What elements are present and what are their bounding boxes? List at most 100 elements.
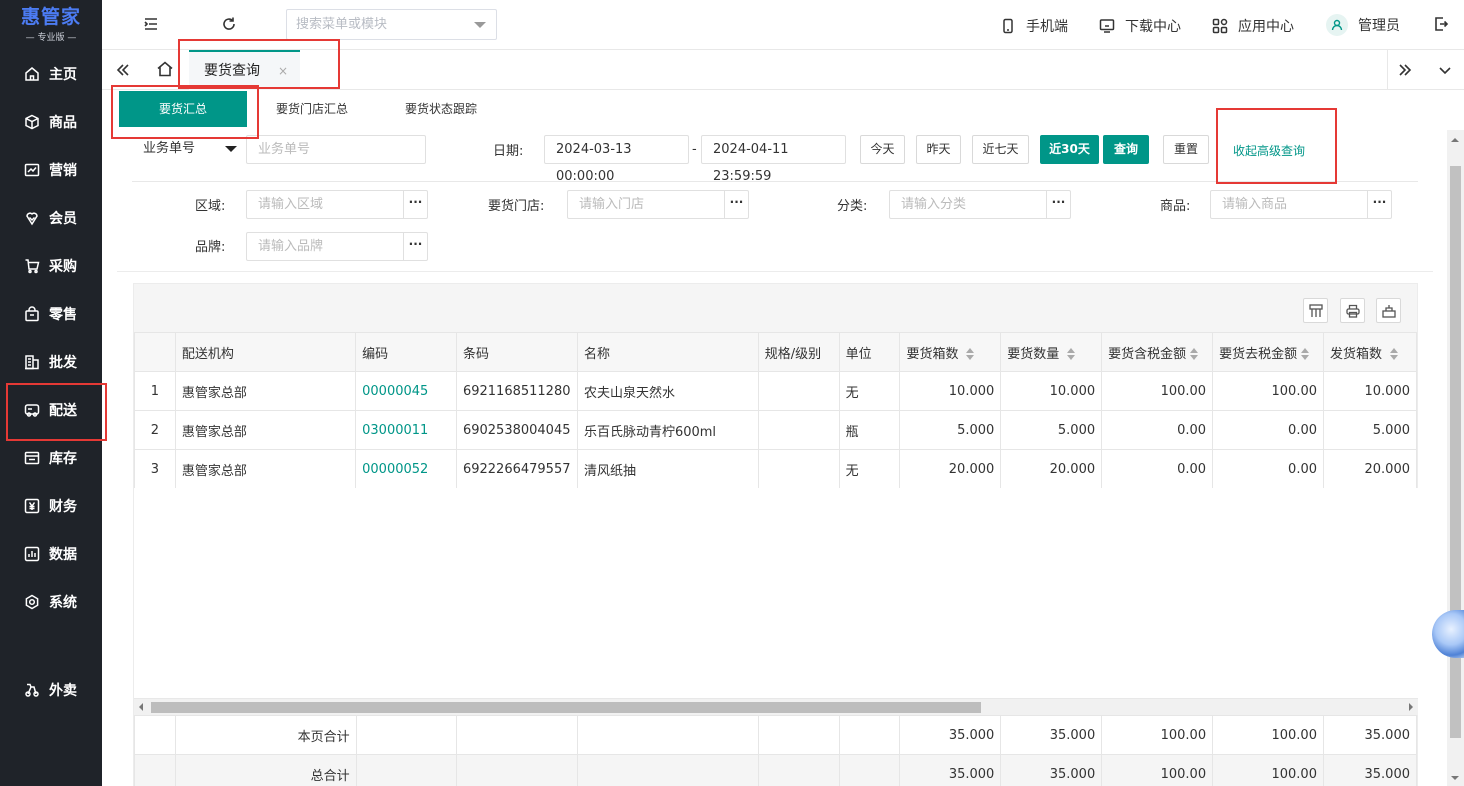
download-label: 下载中心 bbox=[1125, 19, 1181, 35]
cell-code-link[interactable]: 00000052 bbox=[355, 449, 457, 489]
reset-button[interactable]: 重置 bbox=[1163, 135, 1209, 164]
sidebar-item-retail[interactable]: 零售 bbox=[0, 294, 102, 334]
last-30-days-button[interactable]: 近30天 bbox=[1040, 135, 1099, 164]
sidebar-item-data[interactable]: 数据 bbox=[0, 534, 102, 574]
sidebar-item-finance[interactable]: 财务 bbox=[0, 486, 102, 526]
yesterday-button[interactable]: 昨天 bbox=[916, 135, 961, 164]
col-ship-boxes[interactable]: 发货箱数 bbox=[1323, 332, 1417, 372]
cell-barcode: 6921168511280 bbox=[455, 371, 578, 411]
divider bbox=[132, 181, 1418, 182]
col-org[interactable]: 配送机构 bbox=[174, 332, 357, 372]
cell-barcode: 6922266479557 bbox=[455, 449, 578, 489]
search-placeholder: 搜索菜单或模块 bbox=[296, 17, 388, 32]
user-menu[interactable]: 管理员 bbox=[1326, 14, 1400, 36]
cell-code-link[interactable]: 03000011 bbox=[355, 410, 457, 450]
more-icon[interactable]: ··· bbox=[403, 191, 427, 218]
scrollbar-thumb[interactable] bbox=[151, 702, 981, 713]
sort-icon[interactable] bbox=[1390, 348, 1399, 360]
date-start-input[interactable]: 2024-03-13 00:00:00 bbox=[544, 135, 689, 184]
close-icon[interactable]: × bbox=[278, 52, 288, 90]
scroll-up-arrow[interactable] bbox=[1451, 138, 1459, 142]
sidebar-item-purchase[interactable]: 采购 bbox=[0, 246, 102, 286]
scroll-left-arrow[interactable] bbox=[139, 703, 143, 711]
logout-icon[interactable] bbox=[1432, 15, 1450, 33]
chevron-down-icon[interactable] bbox=[1436, 61, 1454, 79]
sidebar-item-home[interactable]: 主页 bbox=[0, 54, 102, 94]
sidebar-item-members[interactable]: 会员 bbox=[0, 198, 102, 238]
product-placeholder: 请输入商品 bbox=[1222, 197, 1288, 212]
tab-requisition-query[interactable]: 要货查询 × bbox=[189, 50, 300, 90]
region-input[interactable]: 请输入区域 ··· bbox=[246, 190, 428, 219]
table-row[interactable]: 3 惠管家总部 00000052 6922266479557 清风纸抽 无 20… bbox=[134, 449, 1417, 489]
col-spec[interactable]: 规格/级别 bbox=[757, 332, 840, 372]
col-req-qty[interactable]: 要货数量 bbox=[1000, 332, 1103, 372]
doc-type-select[interactable]: 业务单号 bbox=[132, 135, 241, 164]
sidebar-item-label: 批发 bbox=[49, 355, 77, 371]
col-name[interactable]: 名称 bbox=[576, 332, 759, 372]
doc-number-input[interactable]: 业务单号 bbox=[246, 135, 426, 164]
sidebar-item-system[interactable]: 系统 bbox=[0, 582, 102, 622]
menu-toggle-icon[interactable] bbox=[142, 15, 160, 33]
more-icon[interactable]: ··· bbox=[1367, 191, 1391, 218]
col-req-boxes[interactable]: 要货箱数 bbox=[899, 332, 1002, 372]
sidebar-item-takeout[interactable]: 外卖 bbox=[0, 670, 102, 710]
more-icon[interactable]: ··· bbox=[403, 233, 427, 260]
subtab-store-summary[interactable]: 要货门店汇总 bbox=[276, 90, 348, 128]
scroll-right-arrow[interactable] bbox=[1409, 703, 1413, 711]
sidebar-item-marketing[interactable]: 营销 bbox=[0, 150, 102, 190]
home-tab-icon[interactable] bbox=[156, 60, 174, 78]
cell-req-qty: 5.000 bbox=[1000, 410, 1103, 450]
export-button[interactable] bbox=[1376, 298, 1401, 323]
sidebar-item-inventory[interactable]: 库存 bbox=[0, 438, 102, 478]
brand-input[interactable]: 请输入品牌 ··· bbox=[246, 232, 428, 261]
more-icon[interactable]: ··· bbox=[1046, 191, 1070, 218]
sidebar-item-wholesale[interactable]: 批发 bbox=[0, 342, 102, 382]
product-input[interactable]: 请输入商品 ··· bbox=[1210, 190, 1392, 219]
vertical-scrollbar[interactable] bbox=[1447, 130, 1464, 786]
double-chevron-left-icon[interactable] bbox=[114, 61, 132, 79]
col-code[interactable]: 编码 bbox=[355, 332, 457, 372]
category-input[interactable]: 请输入分类 ··· bbox=[889, 190, 1071, 219]
today-button[interactable]: 今天 bbox=[860, 135, 905, 164]
sidebar-item-products[interactable]: 商品 bbox=[0, 102, 102, 142]
sort-icon[interactable] bbox=[1190, 348, 1199, 360]
query-button[interactable]: 查询 bbox=[1103, 135, 1149, 164]
table-row[interactable]: 1 惠管家总部 00000045 6921168511280 农夫山泉天然水 无… bbox=[134, 371, 1417, 411]
scroll-down-arrow[interactable] bbox=[1451, 776, 1459, 780]
cell-unit: 无 bbox=[838, 449, 901, 489]
columns-setting-button[interactable] bbox=[1303, 298, 1328, 323]
print-button[interactable] bbox=[1340, 298, 1365, 323]
mobile-link[interactable]: 手机端 bbox=[1000, 16, 1068, 36]
cell-code-link[interactable]: 00000045 bbox=[355, 371, 457, 411]
double-chevron-right-icon[interactable] bbox=[1396, 61, 1414, 79]
sort-icon[interactable] bbox=[1067, 348, 1076, 360]
total-ship-boxes: 35.000 bbox=[1322, 715, 1418, 755]
more-icon[interactable]: ··· bbox=[724, 191, 748, 218]
cell-req-amount-notax: 0.00 bbox=[1212, 410, 1324, 450]
col-req-amount-notax[interactable]: 要货去税金额 bbox=[1212, 332, 1324, 372]
store-input[interactable]: 请输入门店 ··· bbox=[567, 190, 749, 219]
sort-icon[interactable] bbox=[966, 348, 975, 360]
sidebar-item-label: 商品 bbox=[49, 115, 77, 131]
brand-label: 品牌: bbox=[195, 240, 226, 255]
table-row[interactable]: 2 惠管家总部 03000011 6902538004045 乐百氏脉动青柠60… bbox=[134, 410, 1417, 450]
col-req-amount-tax[interactable]: 要货含税金额 bbox=[1101, 332, 1214, 372]
sidebar-item-label: 系统 bbox=[49, 595, 77, 611]
subtab-summary[interactable]: 要货汇总 bbox=[119, 91, 247, 127]
download-center-link[interactable]: 下载中心 bbox=[1099, 16, 1181, 36]
last-7-days-button[interactable]: 近七天 bbox=[972, 135, 1029, 164]
sort-icon[interactable] bbox=[1301, 348, 1310, 360]
col-label: 发货箱数 bbox=[1330, 346, 1383, 362]
app-center-link[interactable]: 应用中心 bbox=[1212, 16, 1294, 36]
sidebar-item-distribution[interactable]: 配送 bbox=[0, 390, 102, 430]
horizontal-scrollbar[interactable] bbox=[134, 698, 1418, 715]
col-barcode[interactable]: 条码 bbox=[455, 332, 578, 372]
refresh-icon[interactable] bbox=[220, 15, 238, 33]
subtab-status-tracking[interactable]: 要货状态跟踪 bbox=[405, 90, 477, 128]
collapse-advanced-query-link[interactable]: 收起高级查询 bbox=[1233, 142, 1305, 159]
col-unit[interactable]: 单位 bbox=[838, 332, 901, 372]
grand-req-boxes: 35.000 bbox=[899, 754, 1002, 786]
date-end-input[interactable]: 2024-04-11 23:59:59 bbox=[701, 135, 846, 184]
chevron-down-icon bbox=[474, 22, 486, 28]
menu-search-select[interactable]: 搜索菜单或模块 bbox=[286, 9, 497, 40]
